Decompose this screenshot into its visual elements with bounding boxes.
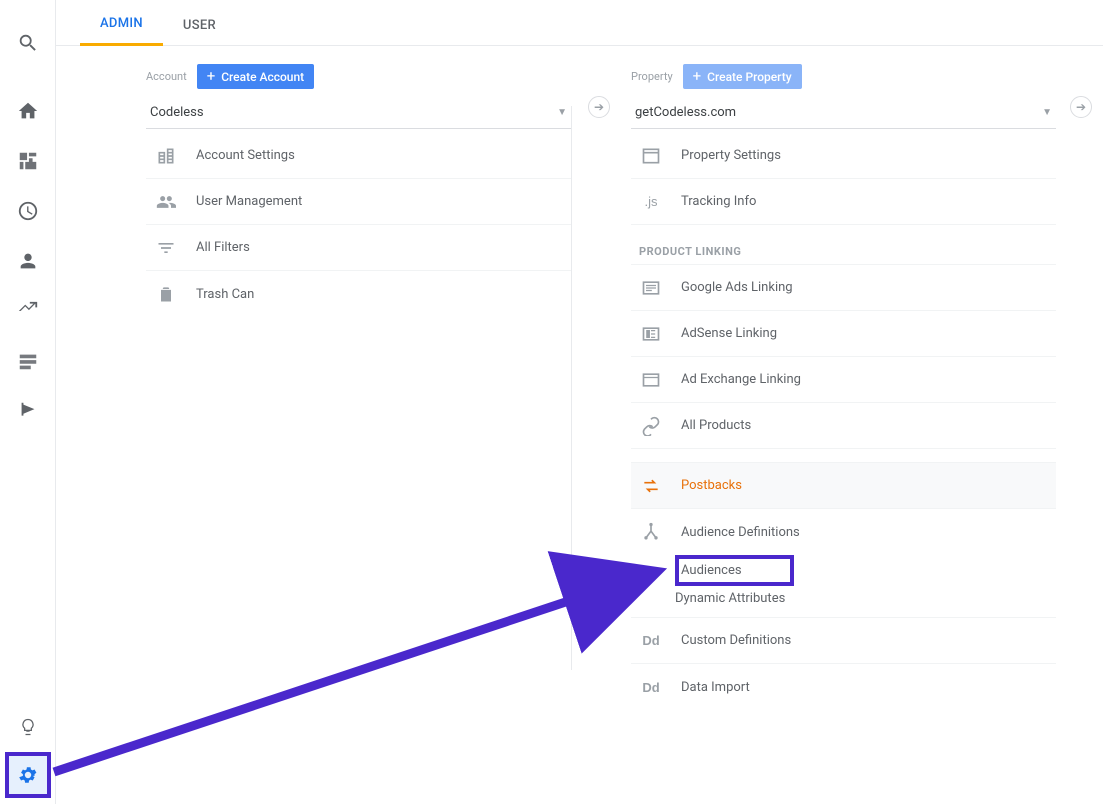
- data-import-link[interactable]: Dd Data Import: [631, 664, 1056, 710]
- adexchange-icon: [639, 370, 663, 390]
- collapse-property-arrow[interactable]: ➔: [1070, 96, 1092, 118]
- behavior-icon[interactable]: [0, 336, 56, 386]
- adexchange-linking-label: Ad Exchange Linking: [681, 372, 801, 387]
- property-selector[interactable]: getCodeless.com ▼: [631, 99, 1056, 129]
- account-label: Account: [146, 70, 187, 83]
- dd-icon: Dd: [639, 633, 663, 648]
- all-products-label: All Products: [681, 418, 751, 433]
- custom-definitions-link[interactable]: Dd Custom Definitions: [631, 618, 1056, 664]
- caret-down-icon: ▼: [1042, 107, 1052, 118]
- property-settings-link[interactable]: Property Settings: [631, 133, 1056, 179]
- property-label: Property: [631, 70, 673, 83]
- account-selector[interactable]: Codeless ▼: [146, 99, 571, 129]
- property-settings-label: Property Settings: [681, 148, 781, 163]
- tab-user[interactable]: USER: [163, 4, 236, 45]
- view-tabs: ADMIN USER: [56, 0, 1103, 46]
- main-content: ADMIN USER Account + Create Account Code…: [56, 0, 1103, 804]
- google-ads-linking-label: Google Ads Linking: [681, 280, 793, 295]
- collapse-account-arrow[interactable]: ➔: [588, 96, 610, 118]
- filter-icon: [154, 238, 178, 258]
- audience-definitions-label: Audience Definitions: [681, 525, 800, 540]
- create-account-button[interactable]: + Create Account: [197, 64, 314, 89]
- create-property-label: Create Property: [707, 70, 791, 84]
- people-icon: [154, 192, 178, 212]
- acquisition-icon[interactable]: [0, 286, 56, 336]
- all-filters-label: All Filters: [196, 240, 250, 255]
- audience-definitions-link[interactable]: Audience Definitions: [631, 509, 1056, 555]
- user-management-link[interactable]: User Management: [146, 179, 571, 225]
- left-sidebar: [0, 0, 56, 804]
- create-property-button[interactable]: + Create Property: [683, 64, 802, 89]
- dynamic-attributes-link[interactable]: Dynamic Attributes: [675, 586, 1056, 611]
- adsense-linking-link[interactable]: AdSense Linking: [631, 311, 1056, 357]
- discover-icon[interactable]: [0, 702, 56, 752]
- conversions-icon[interactable]: [0, 386, 56, 436]
- home-icon[interactable]: [0, 86, 56, 136]
- property-selector-value: getCodeless.com: [635, 105, 736, 120]
- postback-icon: [639, 476, 663, 496]
- panel-icon: [639, 146, 663, 166]
- audience-icon[interactable]: [0, 236, 56, 286]
- tab-admin[interactable]: ADMIN: [80, 2, 163, 46]
- column-divider: [571, 106, 572, 670]
- dd-icon: Dd: [639, 680, 663, 695]
- all-products-link[interactable]: All Products: [631, 403, 1056, 449]
- trash-can-link[interactable]: Trash Can: [146, 271, 571, 317]
- tracking-info-link[interactable]: .js Tracking Info: [631, 179, 1056, 225]
- js-icon: .js: [639, 194, 663, 209]
- account-selector-value: Codeless: [150, 105, 204, 120]
- all-filters-link[interactable]: All Filters: [146, 225, 571, 271]
- link-icon: [639, 416, 663, 436]
- create-account-label: Create Account: [221, 70, 304, 84]
- trash-icon: [154, 284, 178, 304]
- adsense-linking-label: AdSense Linking: [681, 326, 777, 341]
- admin-gear-icon[interactable]: [5, 752, 51, 798]
- customization-icon[interactable]: [0, 136, 56, 186]
- google-ads-linking-link[interactable]: Google Ads Linking: [631, 265, 1056, 311]
- custom-definitions-label: Custom Definitions: [681, 633, 791, 648]
- search-icon[interactable]: [0, 18, 56, 68]
- account-settings-link[interactable]: Account Settings: [146, 133, 571, 179]
- product-linking-header: PRODUCT LINKING: [631, 225, 1056, 265]
- ads-icon: [639, 278, 663, 298]
- plus-icon: +: [693, 69, 702, 84]
- data-import-label: Data Import: [681, 680, 750, 695]
- audience-icon: [639, 522, 663, 542]
- property-column: Property + Create Property getCodeless.c…: [631, 64, 1056, 710]
- postbacks-label: Postbacks: [681, 478, 742, 493]
- user-management-label: User Management: [196, 194, 302, 209]
- adsense-icon: [639, 324, 663, 344]
- account-settings-label: Account Settings: [196, 148, 295, 163]
- tracking-info-label: Tracking Info: [681, 194, 756, 209]
- trash-can-label: Trash Can: [196, 287, 254, 302]
- plus-icon: +: [207, 69, 216, 84]
- realtime-icon[interactable]: [0, 186, 56, 236]
- account-column: Account + Create Account Codeless ▼ ➔ Ac…: [146, 64, 571, 710]
- building-icon: [154, 146, 178, 166]
- caret-down-icon: ▼: [557, 107, 567, 118]
- postbacks-link[interactable]: Postbacks: [631, 463, 1056, 509]
- adexchange-linking-link[interactable]: Ad Exchange Linking: [631, 357, 1056, 403]
- audiences-link[interactable]: Audiences: [675, 555, 794, 586]
